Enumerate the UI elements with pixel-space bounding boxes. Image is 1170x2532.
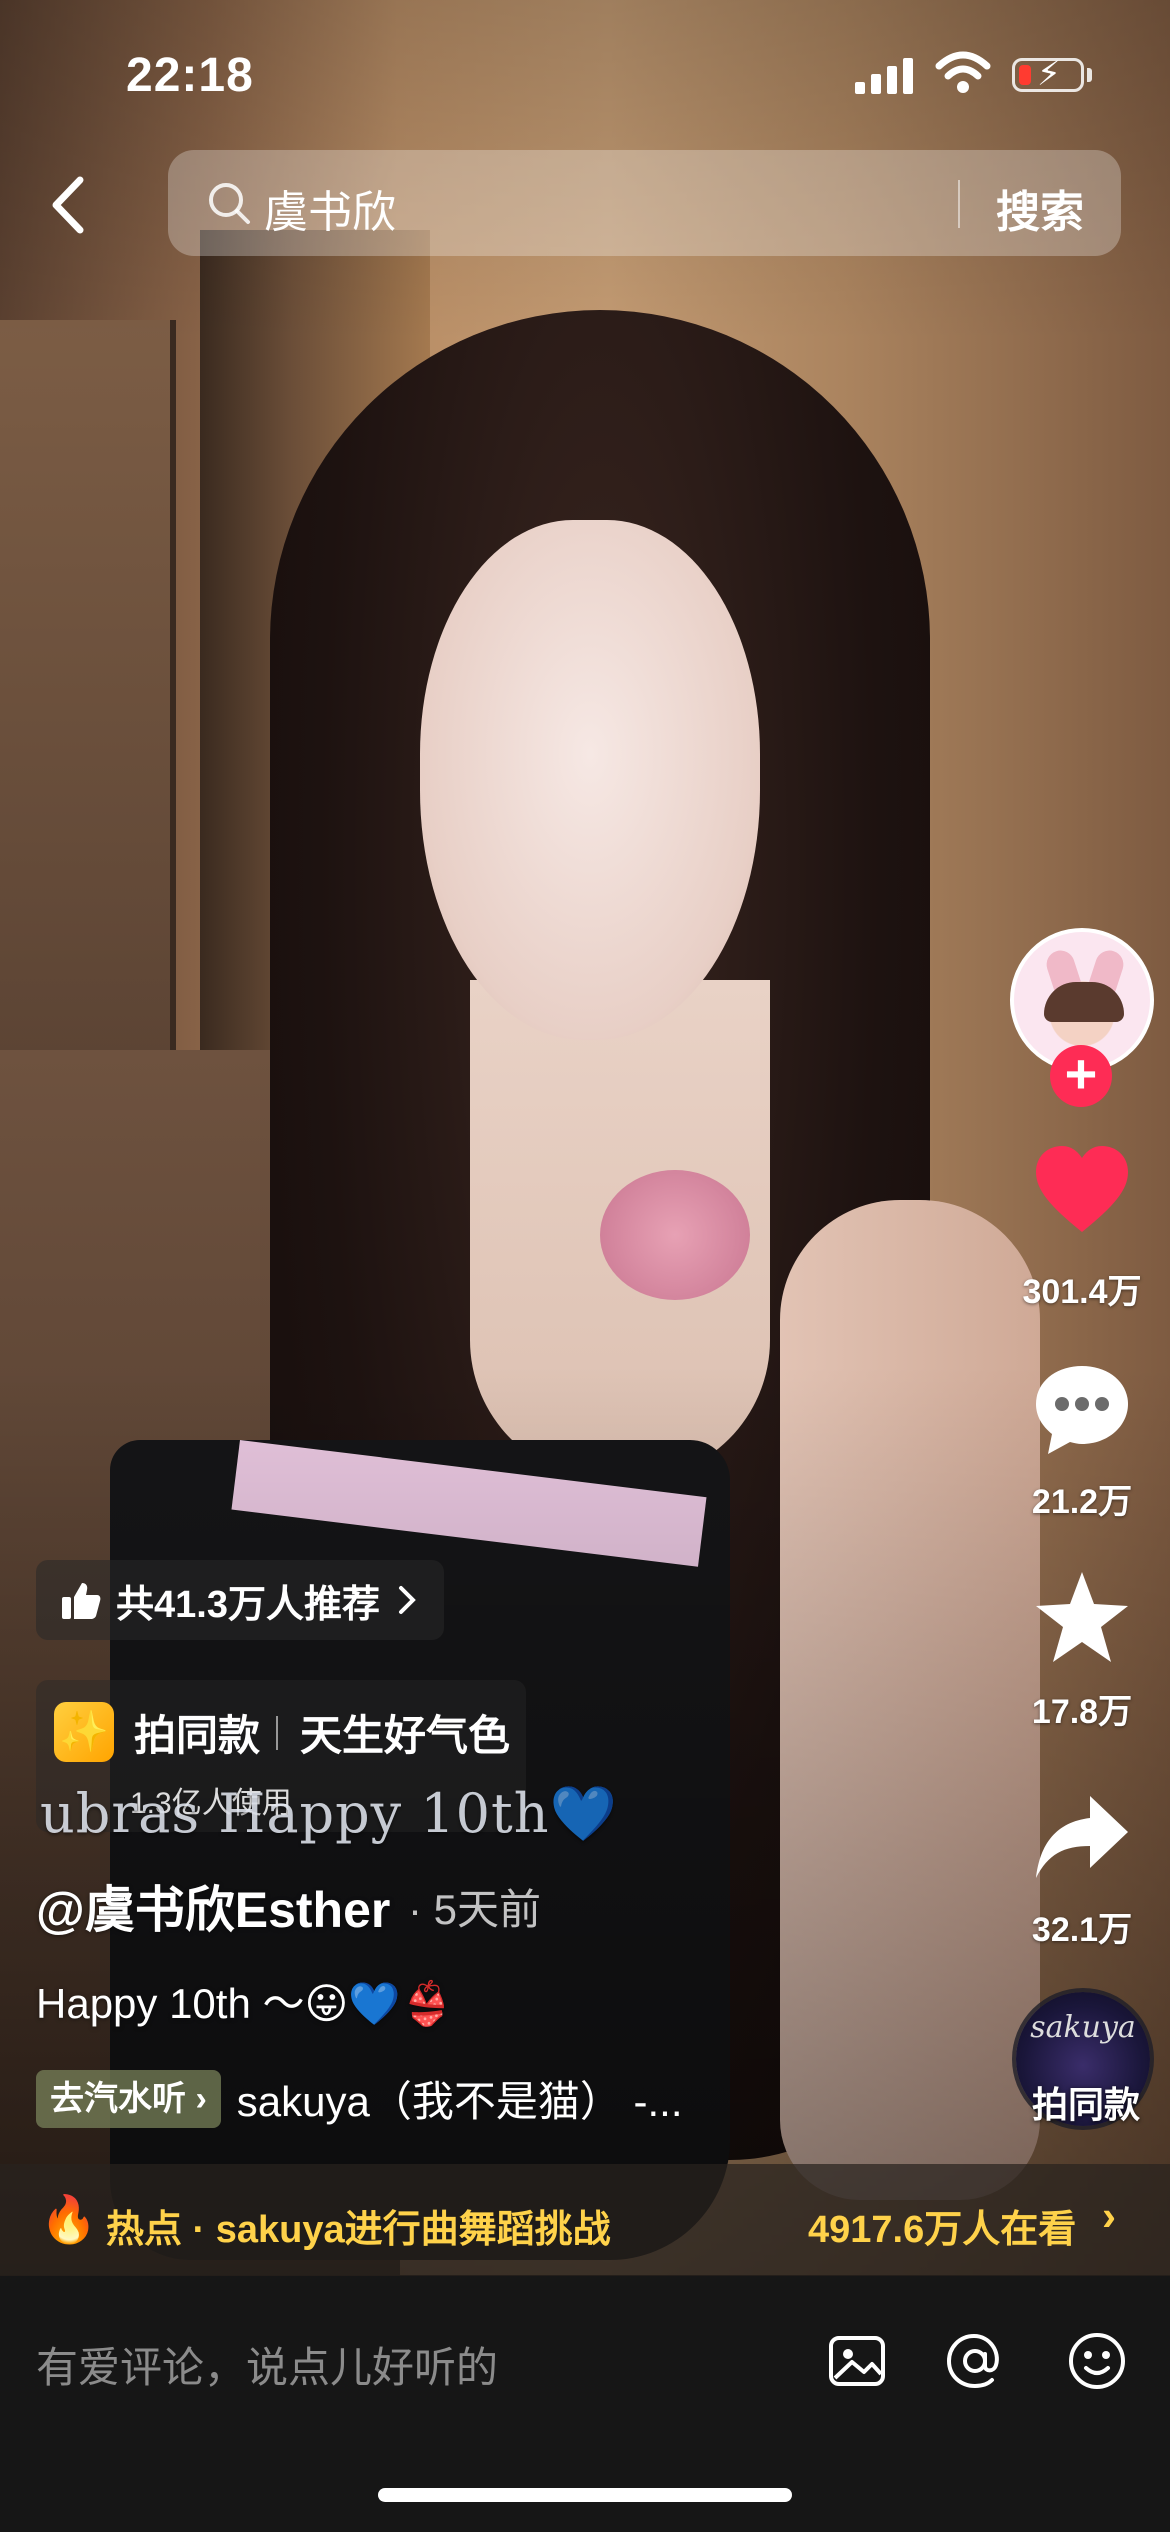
favorite-star-icon[interactable]	[1030, 1566, 1134, 1670]
template-action: 拍同款	[134, 1712, 261, 1759]
image-icon[interactable]	[826, 2330, 888, 2392]
sparkle-icon: ✨	[54, 1702, 114, 1762]
search-icon	[209, 183, 250, 224]
template-separator	[276, 1716, 278, 1750]
search-bar[interactable]: 虞书欣 搜索	[168, 150, 1121, 256]
comment-icon[interactable]	[1030, 1358, 1134, 1462]
template-name: 天生好气色	[300, 1712, 511, 1759]
favorite-count: 17.8万	[1031, 1693, 1133, 1731]
emoji-icon[interactable]	[1066, 2330, 1128, 2392]
music-title[interactable]: sakuya（我不是猫） -...	[237, 2068, 683, 2129]
signal-icon	[855, 58, 913, 94]
recommend-label: 共41.3万人推荐	[116, 1583, 380, 1626]
video-overlay-text: ubras Happy 10th💙	[40, 1782, 618, 1845]
music-app-chip[interactable]: 去汽水听 ›	[36, 2069, 221, 2128]
status-bar: 22:18 ⚡	[0, 0, 1170, 150]
back-icon[interactable]	[40, 170, 100, 240]
thumbs-up-icon	[62, 1583, 101, 1619]
comment-count: 21.2万	[1031, 1483, 1133, 1521]
author-name[interactable]: @虞书欣Esther	[36, 1870, 390, 1942]
hot-topic-bar[interactable]: 🔥 热点 · sakuya进行曲舞蹈挑战 4917.6万人在看 ›	[0, 2164, 1170, 2276]
like-heart-icon[interactable]	[1030, 1140, 1134, 1244]
hot-watching-count: 4917.6万人在看	[808, 2209, 1077, 2251]
recommend-pill[interactable]: 共41.3万人推荐	[36, 1560, 444, 1640]
music-chip-label: 去汽水听	[50, 2079, 186, 2118]
hot-topic-label: 热点 · sakuya进行曲舞蹈挑战	[106, 2209, 611, 2251]
battery-tip	[1087, 68, 1092, 82]
wifi-icon	[935, 51, 991, 93]
music-disc-label[interactable]: 拍同款	[1016, 2076, 1156, 2128]
chevron-right-icon	[398, 1586, 416, 1614]
fire-icon: 🔥	[40, 2193, 98, 2245]
share-count: 32.1万	[1031, 1911, 1133, 1949]
search-divider	[958, 180, 960, 228]
battery-icon: ⚡	[1012, 57, 1084, 92]
status-time: 22:18	[126, 49, 254, 102]
search-button[interactable]: 搜索	[996, 176, 1084, 240]
comment-input[interactable]: 有爱评论，说点儿好听的	[36, 2334, 498, 2395]
music-disc-brand: sakuya	[1030, 2010, 1136, 2045]
chevron-right-icon: ›	[1102, 2192, 1116, 2239]
music-row[interactable]: 去汽水听 › sakuya（我不是猫） -...	[36, 2068, 683, 2129]
like-count: 301.4万	[1022, 1273, 1142, 1311]
share-arrow-icon[interactable]	[1030, 1786, 1134, 1890]
home-indicator[interactable]	[378, 2488, 792, 2502]
search-input[interactable]: 虞书欣	[264, 176, 396, 240]
post-time: · 5天前	[408, 1886, 542, 1933]
post-caption[interactable]: Happy 10th ～😛💙👙	[36, 1970, 453, 2031]
follow-plus-icon[interactable]: +	[1050, 1045, 1112, 1107]
mention-at-icon[interactable]	[944, 2330, 1006, 2392]
